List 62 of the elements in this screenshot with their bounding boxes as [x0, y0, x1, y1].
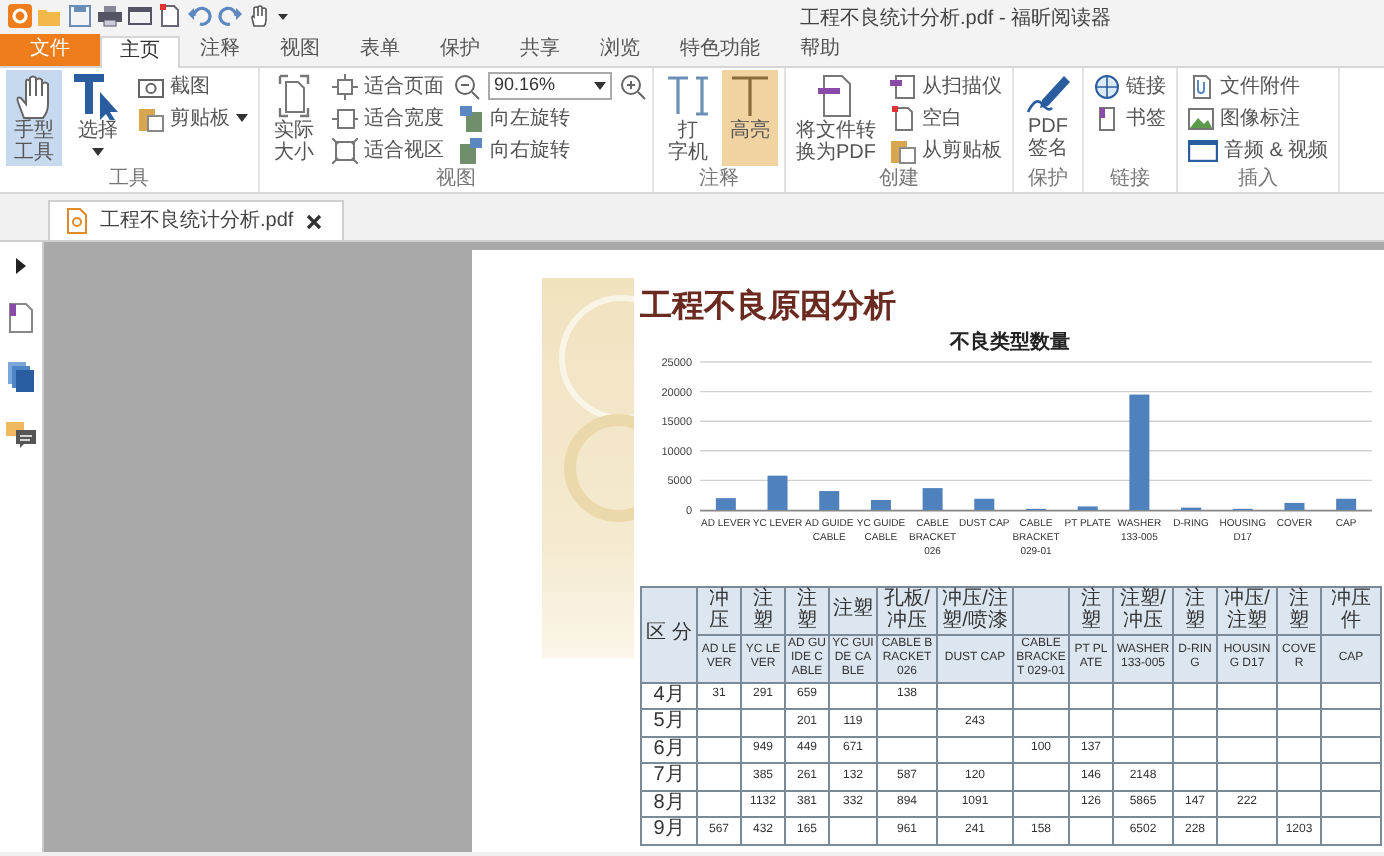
ribbon-button[interactable]: 链接 [1090, 70, 1170, 102]
ribbon-button[interactable]: 向右旋转 [454, 134, 646, 166]
menu-tab[interactable]: 共享 [500, 34, 580, 66]
table-row-label: 7月 [641, 763, 697, 791]
table-header-cell: 注塑 [1173, 587, 1217, 635]
menu-tab[interactable]: 特色功能 [660, 34, 780, 66]
table-header-cell: 冲压 [697, 587, 741, 635]
ribbon-button[interactable]: 从剪贴板 [886, 134, 1006, 166]
ribbon-button[interactable]: 书签 [1090, 102, 1170, 134]
table-header-cell: 区 分 [641, 587, 697, 683]
table-header-cell: 注塑 [1069, 587, 1113, 635]
menu-tab[interactable]: 表单 [340, 34, 420, 66]
ribbon-button[interactable]: 截图 [134, 70, 252, 102]
table-row-label: 9月 [641, 817, 697, 845]
table-header-cell: 冲压/注塑 [1217, 587, 1277, 635]
chart-title: 不良类型数量 [950, 332, 1070, 354]
ribbon-button[interactable]: 音频 & 视频 [1184, 134, 1333, 166]
ribbon-button[interactable]: 手型 工具 [6, 70, 62, 166]
ribbon-button[interactable]: 从扫描仪 [886, 70, 1006, 102]
menu-tab[interactable]: 帮助 [780, 34, 860, 66]
table-header-cell: 注塑 [1277, 587, 1321, 635]
group-label: 创建 [877, 168, 921, 190]
ribbon-button[interactable]: 选择 [68, 70, 128, 166]
table-header-cell: 注塑 [741, 587, 785, 635]
table-header-cell: 孔板/冲压 [877, 587, 937, 635]
menu-tab[interactable]: 注释 [180, 34, 260, 66]
table-row-label: 5月 [641, 709, 697, 737]
table-row-label: 8月 [641, 790, 697, 818]
ribbon-button[interactable]: 图像标注 [1184, 102, 1333, 134]
document-tab[interactable]: 工程不良统计分析.pdf [48, 200, 344, 240]
ribbon-button[interactable]: 将文件转 换为PDF [792, 70, 880, 166]
group-label: 链接 [1108, 168, 1152, 190]
menu-tab[interactable]: 主页 [100, 36, 180, 68]
group-label: 视图 [434, 168, 478, 190]
zoom-field[interactable]: 90.16% [488, 72, 612, 100]
table-row-label: 4月 [641, 682, 697, 710]
table-header-cell: 冲压件 [1321, 587, 1381, 635]
ribbon-button[interactable]: 高亮 [722, 70, 778, 166]
ribbon-button[interactable]: 文件附件 [1184, 70, 1333, 102]
ribbon-button[interactable]: PDF 签名 [1020, 70, 1076, 166]
table-header-cell: 冲压/注塑/喷漆 [937, 587, 1013, 635]
ribbon-button[interactable]: 适合视区 [328, 134, 448, 166]
ribbon-button[interactable]: 空白 [886, 102, 1006, 134]
group-label: 注释 [697, 168, 741, 190]
ribbon-button[interactable]: 适合页面 [328, 70, 448, 102]
group-label: 工具 [107, 168, 151, 190]
ribbon-button[interactable]: 打 字机 [660, 70, 716, 166]
group-label: 保护 [1026, 168, 1070, 190]
document-heading: 工程不良原因分析 [640, 286, 898, 326]
group-label: 插入 [1236, 168, 1281, 190]
ribbon-button[interactable]: 实际 大小 [266, 70, 322, 166]
ribbon-button[interactable]: 向左旋转 [454, 102, 646, 134]
menu-tab[interactable]: 保护 [420, 34, 500, 66]
table-row-label: 6月 [641, 736, 697, 764]
table-header-cell: 注塑/冲压 [1113, 587, 1173, 635]
menu-tab[interactable]: 浏览 [580, 34, 660, 66]
ribbon-button[interactable]: 适合宽度 [328, 102, 448, 134]
table-header-cell: 注塑 [785, 587, 829, 635]
window-title: 工程不良统计分析.pdf - 福昕阅读器 [800, 5, 1112, 34]
ribbon-button[interactable]: 剪贴板 [134, 102, 252, 134]
menu-tab[interactable]: 视图 [260, 34, 340, 66]
table-header-cell: 注塑 [829, 587, 877, 635]
